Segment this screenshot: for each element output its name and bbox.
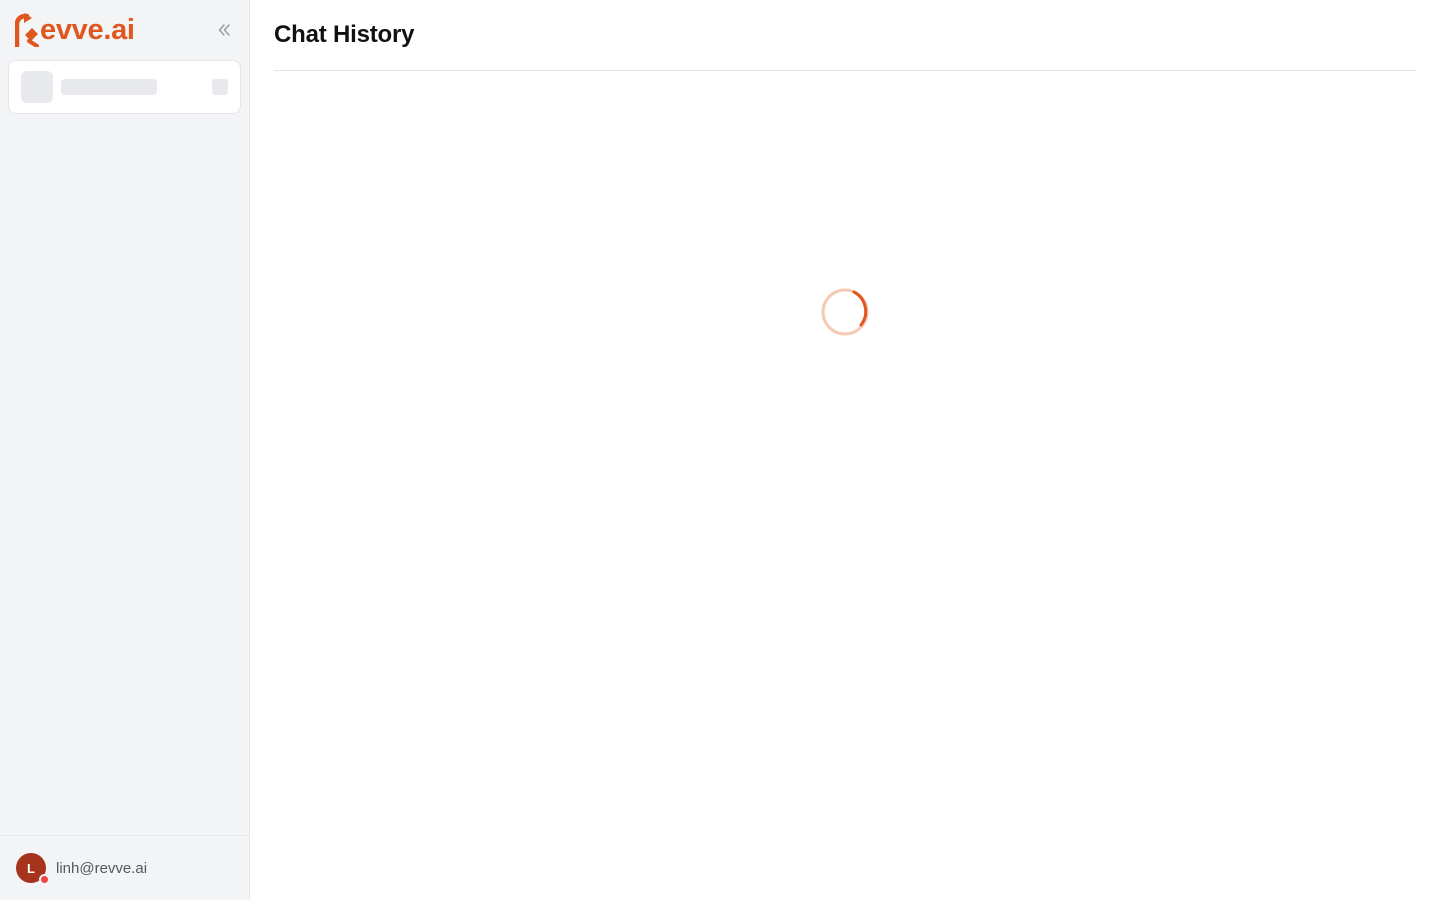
collapse-sidebar-button[interactable]	[213, 19, 235, 41]
workspace-selector-skeleton[interactable]	[8, 60, 241, 114]
loading-spinner	[821, 288, 869, 336]
app-root: evve.ai L linh@revve.ai Chat History	[0, 0, 1440, 900]
skeleton-title	[61, 79, 157, 95]
sidebar-header: evve.ai	[0, 0, 249, 60]
main-content: Chat History	[250, 0, 1440, 900]
logo-text: evve.ai	[40, 13, 135, 46]
page-title: Chat History	[274, 21, 415, 48]
spinner-icon	[821, 288, 869, 336]
user-avatar[interactable]: L	[16, 853, 50, 885]
sidebar: evve.ai L linh@revve.ai	[0, 0, 250, 900]
skeleton-avatar	[21, 71, 53, 103]
sidebar-nav-area	[0, 114, 249, 835]
page-header: Chat History	[274, 0, 1416, 71]
skeleton-action	[212, 79, 228, 95]
logo-mark-icon	[15, 13, 39, 47]
user-profile[interactable]: L linh@revve.ai	[0, 835, 249, 900]
status-indicator	[39, 874, 50, 885]
chevrons-left-icon	[218, 24, 230, 36]
user-email: linh@revve.ai	[56, 859, 148, 877]
user-initial: L	[27, 860, 35, 876]
revve-logo[interactable]: evve.ai	[15, 10, 135, 50]
